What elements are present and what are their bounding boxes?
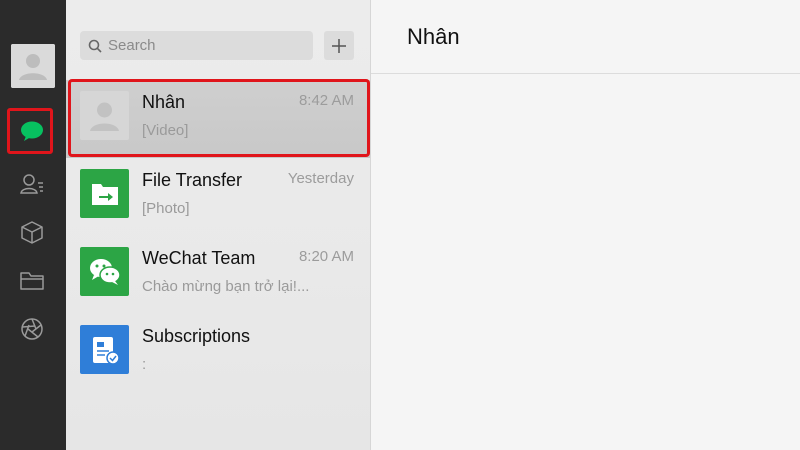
plus-icon (332, 38, 346, 53)
user-silhouette-icon (80, 91, 129, 140)
chat-name: Nhân (142, 92, 186, 112)
add-chat-button[interactable] (324, 31, 354, 60)
chat-name: Subscriptions (142, 326, 251, 346)
chat-preview: : (142, 356, 147, 373)
chat-list-item-nhan[interactable]: Nhân 8:42 AM [Video] (66, 80, 370, 158)
sidebar-item-files[interactable] (9, 258, 55, 302)
wechat-icon (89, 258, 121, 285)
sidebar (0, 0, 66, 450)
chat-list-panel: Nhân 8:42 AM [Video] File Transfer Yeste… (66, 0, 371, 450)
profile-avatar[interactable] (11, 44, 55, 88)
conversation-pane: Nhân (371, 0, 800, 450)
chat-preview: [Photo] (142, 200, 190, 217)
conversation-header: Nhân (371, 0, 800, 74)
chat-time: Yesterday (287, 170, 354, 187)
chat-avatar (80, 91, 129, 140)
chat-preview: [Video] (142, 122, 189, 139)
subscriptions-icon (92, 336, 120, 365)
search-input[interactable] (108, 37, 308, 54)
search-box[interactable] (80, 31, 313, 60)
chat-list-item-file-transfer[interactable]: File Transfer Yesterday [Photo] (66, 158, 370, 236)
sidebar-item-favorites[interactable] (9, 210, 55, 254)
file-transfer-icon (91, 183, 118, 205)
chat-time: 8:20 AM (298, 248, 354, 265)
chat-avatar (80, 325, 129, 374)
chat-avatar (80, 169, 129, 218)
sidebar-item-moments[interactable] (9, 307, 55, 351)
chat-time: 8:42 AM (298, 92, 354, 109)
folder-icon (20, 272, 44, 290)
chat-list-item-wechat-team[interactable]: WeChat Team 8:20 AM Chào mừng bạn trở lạ… (66, 236, 370, 314)
chat-name: WeChat Team (142, 248, 256, 268)
aperture-icon (21, 318, 43, 340)
conversation-title: Nhân (407, 24, 460, 49)
highlight-box-sidebar (7, 108, 53, 154)
chat-list-item-subscriptions[interactable]: Subscriptions : (66, 314, 370, 392)
search-icon (88, 39, 102, 53)
chat-preview: Chào mừng bạn trở lại!... (142, 278, 310, 295)
chat-name: File Transfer (142, 170, 243, 190)
sidebar-item-contacts[interactable] (9, 162, 55, 206)
cube-icon (21, 221, 43, 244)
contacts-icon (20, 174, 43, 194)
chat-avatar (80, 247, 129, 296)
user-silhouette-icon (11, 44, 55, 88)
